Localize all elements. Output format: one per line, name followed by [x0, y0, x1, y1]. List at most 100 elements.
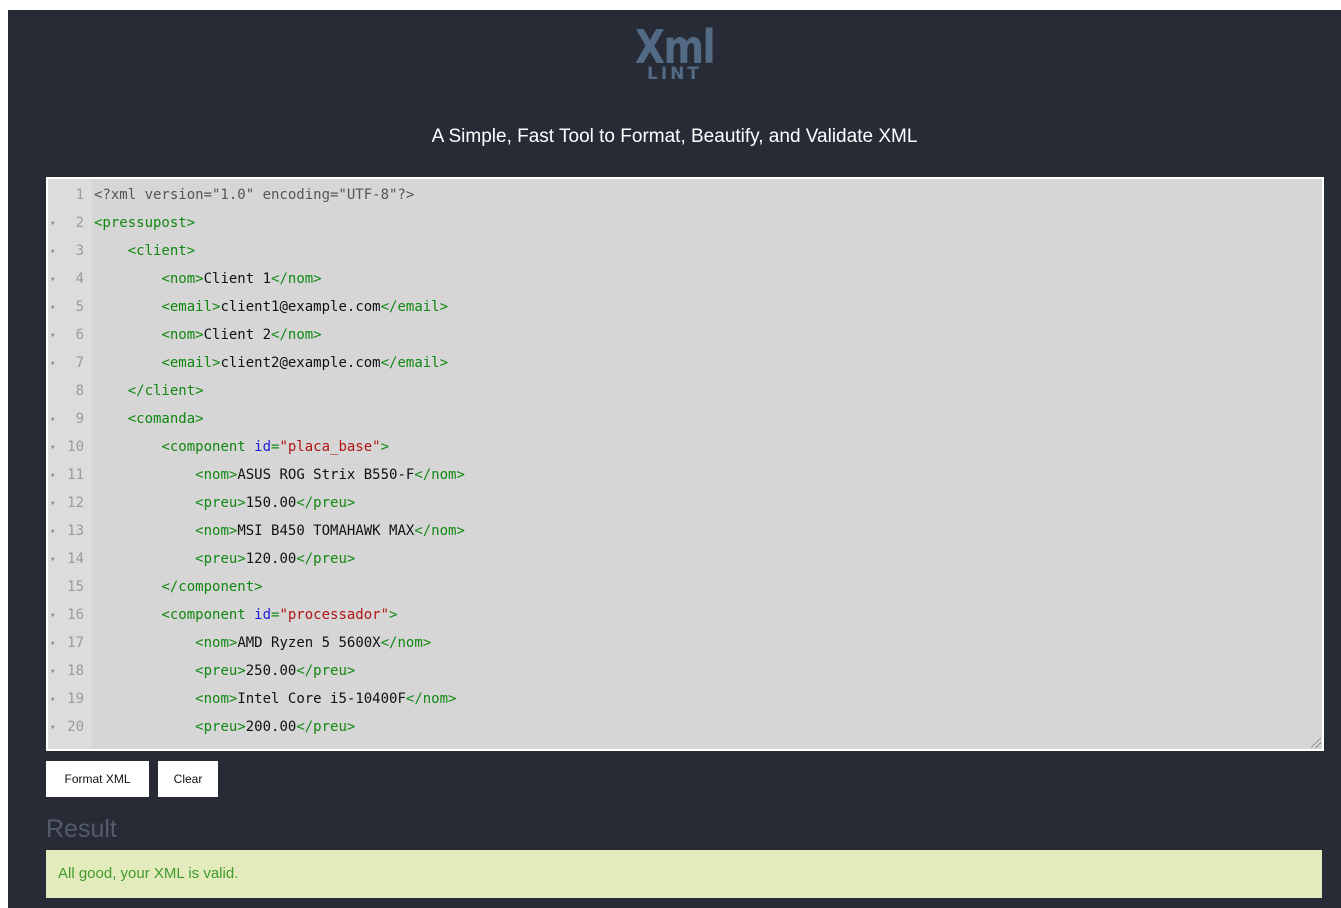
fold-arrow-icon[interactable]: ▾ [50, 405, 58, 435]
code-token-val: "processador" [279, 607, 390, 623]
code-token-attr: id [254, 439, 272, 455]
code-token-tag: <nom> [161, 327, 204, 343]
line-number: 10 [67, 439, 84, 455]
line-number: 16 [67, 607, 84, 623]
fold-arrow-icon[interactable]: ▾ [50, 321, 58, 351]
code-token-tag: <nom> [195, 523, 238, 539]
code-token-tag: <preu> [195, 719, 246, 735]
line-number: 5 [75, 299, 84, 315]
code-text: </client> [94, 377, 204, 405]
code-token-tag: </email> [380, 355, 449, 371]
code-token-tag: </nom> [414, 523, 465, 539]
line-number: 19 [67, 691, 84, 707]
code-text: <component id="placa_base"> [94, 433, 389, 461]
code-line: ▾ 4 <nom>Client 1</nom> [48, 265, 1322, 293]
fold-arrow-icon[interactable]: ▾ [50, 433, 58, 463]
fold-arrow-icon[interactable]: ▾ [50, 349, 58, 379]
line-number: 3 [75, 243, 84, 259]
code-token-text: client1@example.com [220, 299, 381, 315]
app-container: Xml LINT A Simple, Fast Tool to Format, … [8, 10, 1341, 908]
fold-arrow-icon[interactable]: ▾ [50, 237, 58, 267]
line-number: 1 [75, 187, 84, 203]
page-tagline: A Simple, Fast Tool to Format, Beautify,… [431, 126, 918, 147]
code-token-text: client2@example.com [220, 355, 381, 371]
code-token-text: 250.00 [245, 663, 297, 679]
code-token-attr: id [254, 607, 272, 623]
code-token-tag: </preu> [296, 495, 356, 511]
code-text: <comanda> [94, 405, 204, 433]
line-number: 13 [67, 523, 84, 539]
code-text: <nom>AMD Ryzen 5 5600X</nom> [94, 629, 431, 657]
code-line: ▾ 14 <preu>120.00</preu> [48, 545, 1322, 573]
line-number: 20 [67, 719, 84, 735]
code-text: <?xml version="1.0" encoding="UTF-8"?> [94, 181, 414, 209]
fold-arrow-icon[interactable]: ▾ [50, 293, 58, 323]
fold-arrow-icon[interactable]: ▾ [50, 629, 58, 659]
code-token-tag: </email> [380, 299, 449, 315]
code-token-tag: <nom> [195, 467, 238, 483]
code-token-tag: <email> [161, 355, 221, 371]
resize-handle-icon[interactable] [1311, 738, 1321, 748]
code-text: <preu>200.00</preu> [94, 713, 355, 741]
code-token-tag: </preu> [296, 719, 356, 735]
line-number: 11 [67, 467, 84, 483]
code-line: ▾ 13 <nom>MSI B450 TOMAHAWK MAX</nom> [48, 517, 1322, 545]
fold-arrow-icon[interactable]: ▾ [50, 685, 58, 715]
code-text: <nom>MSI B450 TOMAHAWK MAX</nom> [94, 517, 465, 545]
code-token-decl: <?xml version="1.0" encoding="UTF-8"?> [94, 187, 415, 203]
code-token-text: Intel Core i5-10400F [237, 691, 406, 707]
code-token-text: MSI B450 TOMAHAWK MAX [237, 523, 415, 539]
fold-arrow-icon[interactable]: ▾ [50, 713, 58, 743]
code-text: <nom>Client 1</nom> [94, 265, 321, 293]
code-token-text: 200.00 [245, 719, 297, 735]
line-number: 18 [67, 663, 84, 679]
code-line: ▾ 12 <preu>150.00</preu> [48, 489, 1322, 517]
line-number: 14 [67, 551, 84, 567]
code-token-text: ASUS ROG Strix B550-F [237, 467, 415, 483]
fold-arrow-icon[interactable]: ▾ [50, 517, 58, 547]
fold-arrow-icon[interactable]: ▾ [50, 601, 58, 631]
code-line: ▾ 11 <nom>ASUS ROG Strix B550-F</nom> [48, 461, 1322, 489]
code-line: ▾ 2 <pressupost> [48, 209, 1322, 237]
code-token-text: AMD Ryzen 5 5600X [237, 635, 381, 651]
code-token-tag: </nom> [271, 327, 322, 343]
code-text: <nom>ASUS ROG Strix B550-F</nom> [94, 461, 465, 489]
xmllint-logo[interactable]: Xml LINT [8, 24, 1341, 83]
code-token-tag: <email> [161, 299, 221, 315]
line-number: 12 [67, 495, 84, 511]
code-token-tag: </client> [127, 383, 204, 399]
code-token-tag: <nom> [161, 271, 204, 287]
code-line: 8 </client> [48, 377, 1322, 405]
code-text: <preu>120.00</preu> [94, 545, 355, 573]
code-text: <email>client2@example.com</email> [94, 349, 448, 377]
result-message: All good, your XML is valid. [46, 850, 1322, 898]
fold-arrow-icon[interactable]: ▾ [50, 209, 58, 239]
fold-arrow-icon[interactable]: ▾ [50, 461, 58, 491]
code-line: ▾ 9 <comanda> [48, 405, 1322, 433]
code-token-tag: <preu> [195, 495, 246, 511]
xml-editor[interactable]: 1 <?xml version="1.0" encoding="UTF-8"?> ▾… [46, 177, 1324, 751]
fold-arrow-icon[interactable]: ▾ [50, 489, 58, 519]
code-token-tag: <preu> [195, 551, 246, 567]
code-token-tag: <component [161, 607, 255, 623]
code-line: 1 <?xml version="1.0" encoding="UTF-8"?> [48, 181, 1322, 209]
code-text: </component> [94, 573, 262, 601]
fold-arrow-icon[interactable]: ▾ [50, 545, 58, 575]
line-number: 4 [75, 271, 84, 287]
line-number: 2 [75, 215, 84, 231]
line-number: 15 [67, 579, 84, 595]
format-xml-button[interactable]: Format XML [46, 761, 149, 797]
code-token-tag: </preu> [296, 663, 356, 679]
code-token-text: 120.00 [245, 551, 297, 567]
code-line: ▾ 17 <nom>AMD Ryzen 5 5600X</nom> [48, 629, 1322, 657]
code-line: 15 </component> [48, 573, 1322, 601]
fold-arrow-icon[interactable]: ▾ [50, 265, 58, 295]
code-line: ▾ 3 <client> [48, 237, 1322, 265]
clear-button[interactable]: Clear [158, 761, 218, 797]
code-token-tag: </nom> [414, 467, 465, 483]
line-number: 6 [75, 327, 84, 343]
fold-arrow-icon[interactable]: ▾ [50, 657, 58, 687]
code-line: ▾ 19 <nom>Intel Core i5-10400F</nom> [48, 685, 1322, 713]
code-token-tag: <nom> [195, 691, 238, 707]
code-token-tag: > [380, 439, 390, 455]
